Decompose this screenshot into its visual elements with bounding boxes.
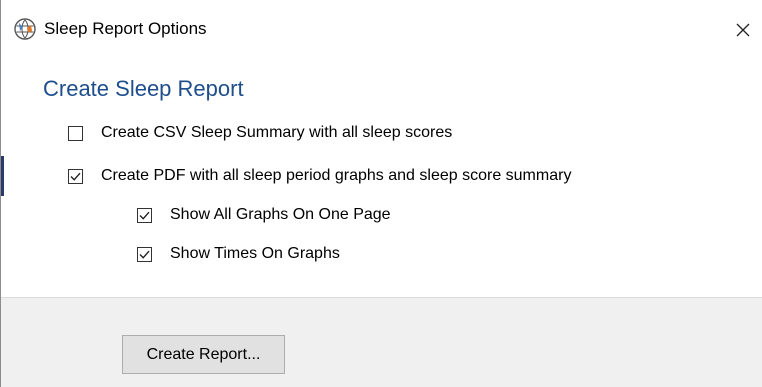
option-label: Show All Graphs On One Page — [170, 206, 391, 223]
option-csv-summary[interactable]: Create CSV Sleep Summary with all sleep … — [68, 121, 452, 145]
checkmark-icon — [70, 172, 81, 181]
create-report-button[interactable]: Create Report... — [122, 335, 285, 374]
checkbox-pdf-graphs[interactable] — [68, 168, 83, 184]
globe-icon — [14, 18, 36, 40]
option-pdf-graphs[interactable]: Create PDF with all sleep period graphs … — [68, 164, 571, 188]
checkbox-csv-summary[interactable] — [68, 125, 83, 141]
window-title: Sleep Report Options — [44, 19, 207, 38]
section-heading: Create Sleep Report — [43, 76, 244, 101]
window-edge-accent — [1, 156, 4, 196]
checkbox-one-page[interactable] — [137, 207, 152, 223]
checkbox-show-times[interactable] — [137, 246, 152, 262]
option-one-page[interactable]: Show All Graphs On One Page — [137, 203, 391, 227]
option-label: Show Times On Graphs — [170, 245, 340, 262]
title-bar[interactable]: Sleep Report Options — [1, 0, 762, 60]
close-icon[interactable] — [727, 14, 759, 46]
sleep-report-options-dialog: Sleep Report Options Create Sleep Report… — [0, 0, 762, 387]
option-label: Create PDF with all sleep period graphs … — [101, 167, 572, 184]
option-label: Create CSV Sleep Summary with all sleep … — [101, 124, 453, 141]
checkmark-icon — [139, 211, 150, 220]
option-show-times[interactable]: Show Times On Graphs — [137, 242, 340, 266]
dialog-footer: Create Report... — [1, 297, 762, 387]
checkmark-icon — [139, 250, 150, 259]
